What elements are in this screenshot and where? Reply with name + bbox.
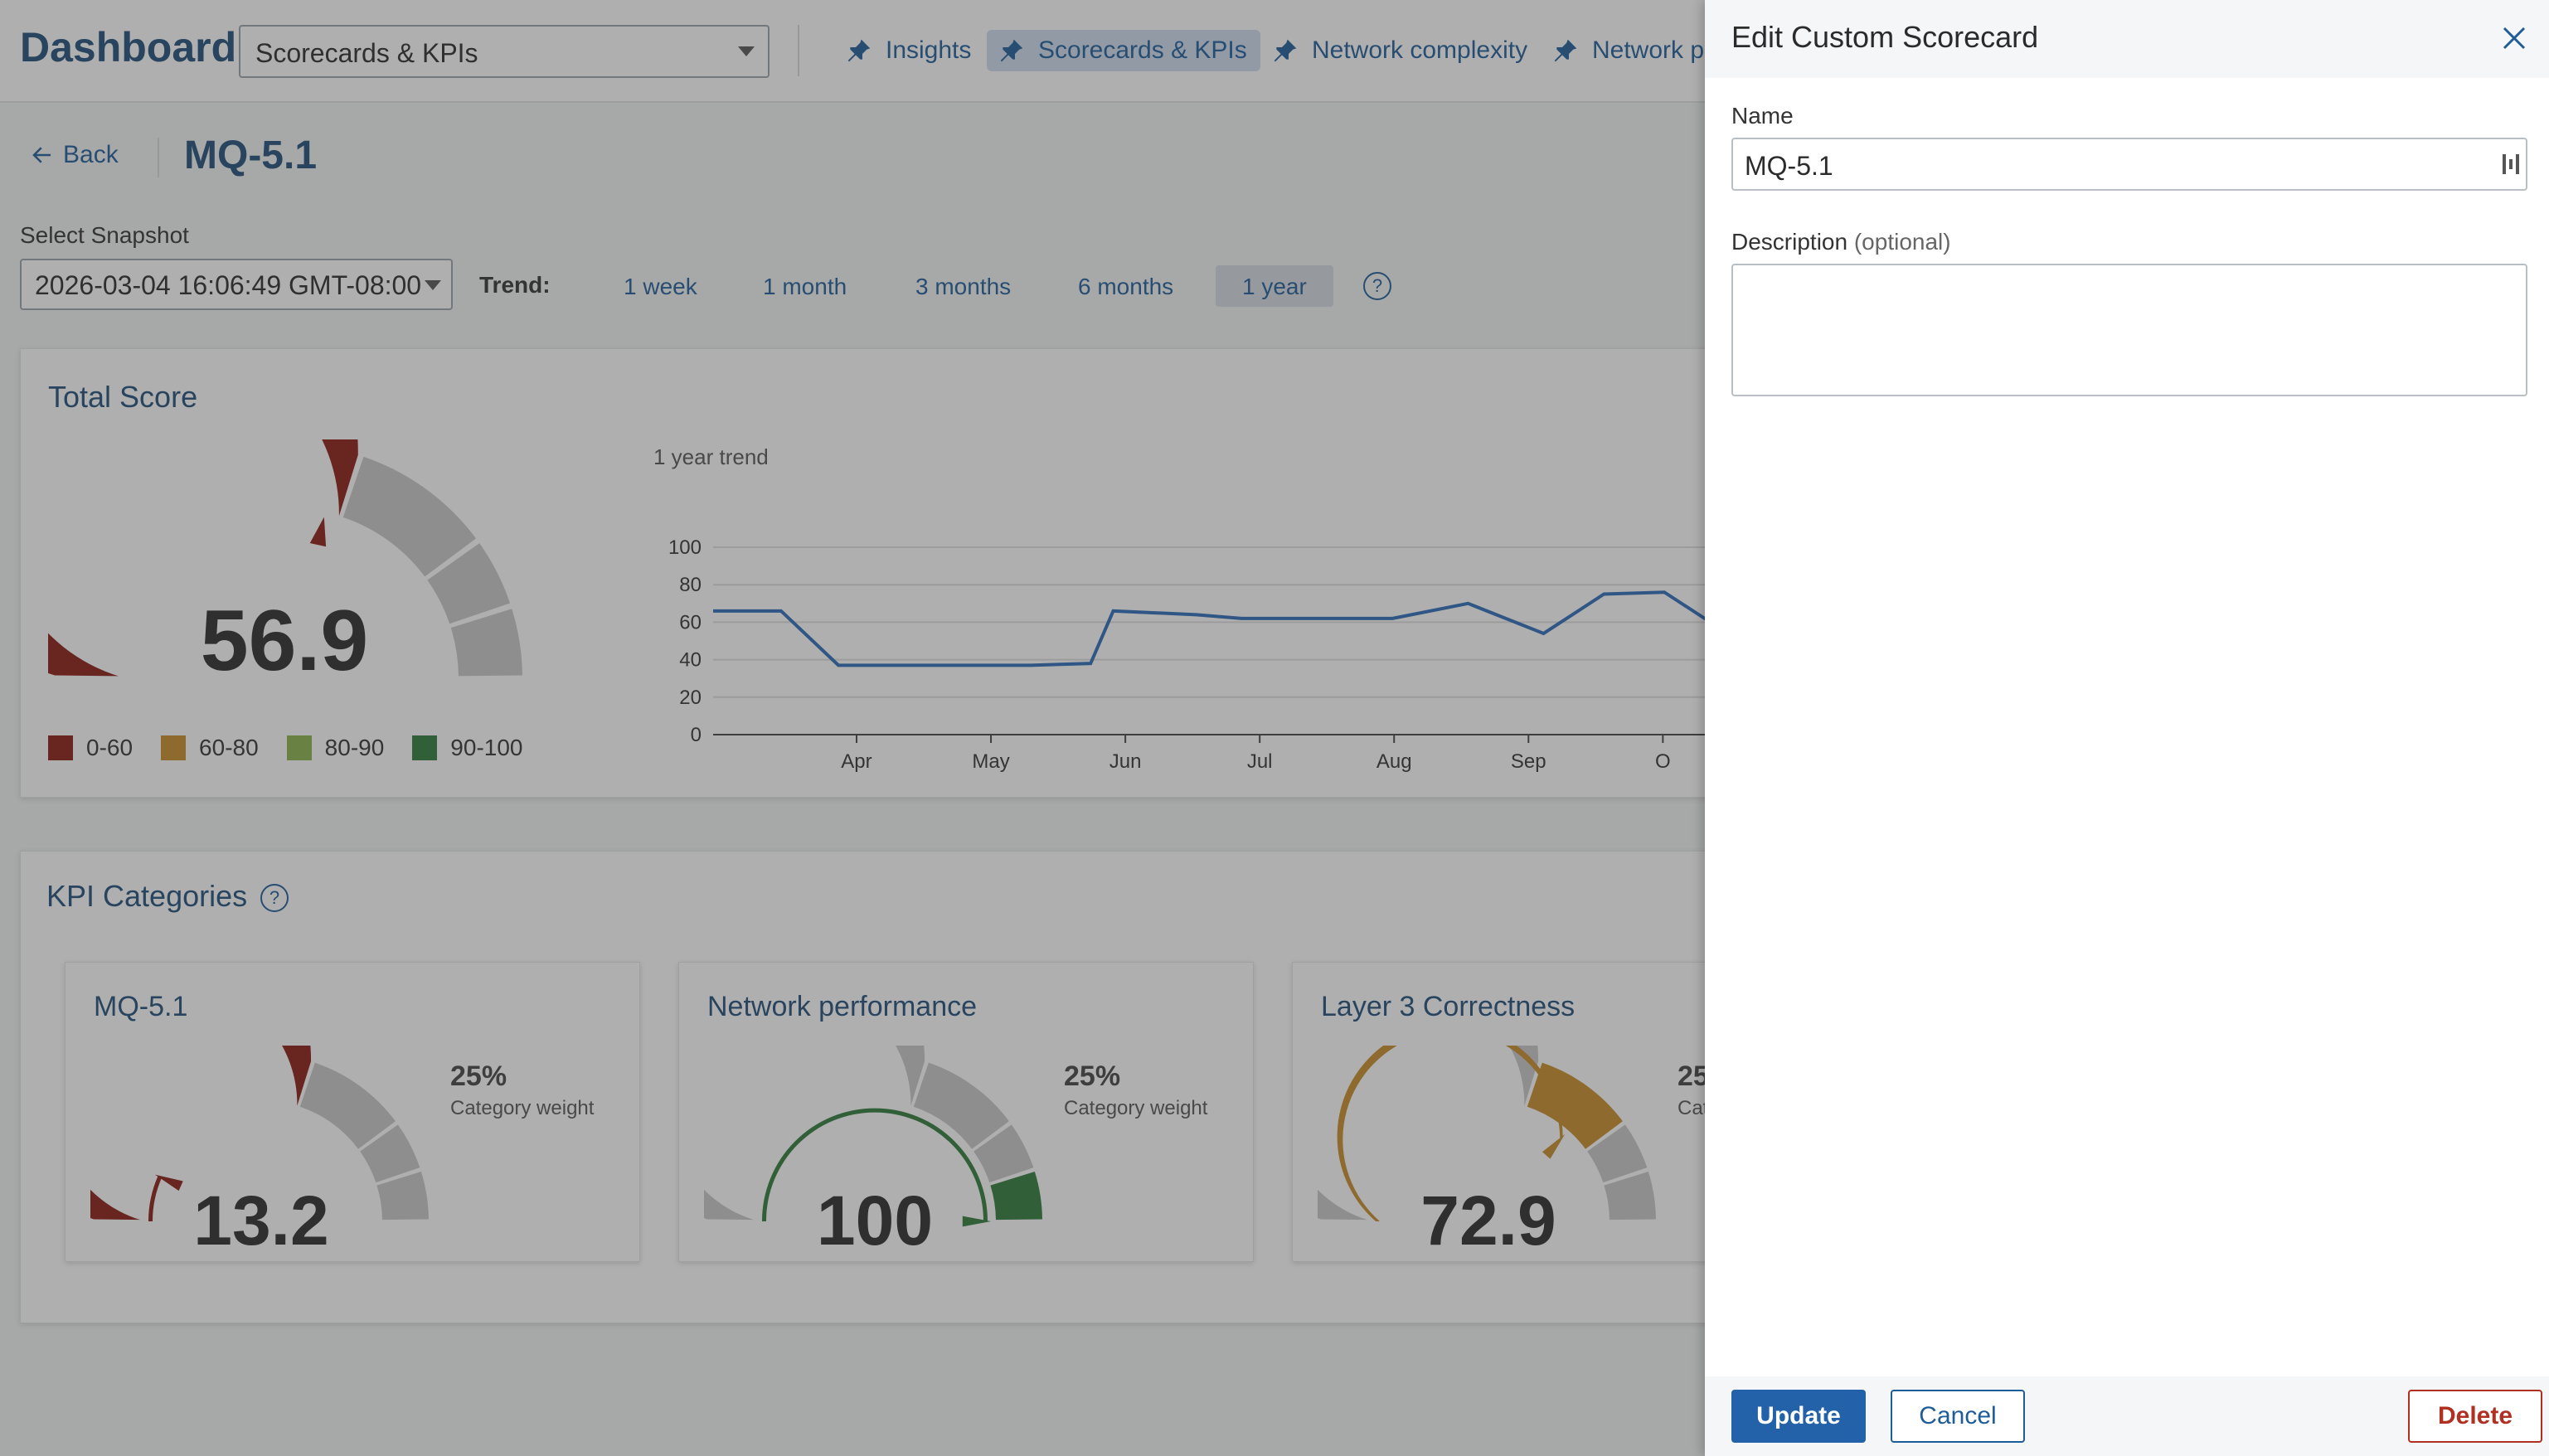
- drawer-header: Edit Custom Scorecard: [1705, 0, 2549, 78]
- description-label-text: Description: [1731, 229, 1848, 255]
- name-input[interactable]: MQ-5.1: [1731, 138, 2527, 191]
- description-label: Description (optional): [1731, 229, 1951, 255]
- password-manager-icon[interactable]: [2503, 153, 2519, 176]
- optional-hint: (optional): [1853, 229, 1951, 255]
- modal-overlay[interactable]: [0, 0, 1705, 1456]
- description-textarea[interactable]: [1731, 264, 2527, 396]
- drawer-title: Edit Custom Scorecard: [1731, 20, 2039, 54]
- name-input-value: MQ-5.1: [1745, 151, 1833, 181]
- close-icon[interactable]: [2499, 23, 2529, 53]
- update-button[interactable]: Update: [1731, 1390, 1866, 1443]
- cancel-button[interactable]: Cancel: [1891, 1390, 2025, 1443]
- name-label: Name: [1731, 103, 1794, 129]
- edit-scorecard-drawer: Edit Custom Scorecard Name MQ-5.1 Descri…: [1705, 0, 2549, 1456]
- delete-button[interactable]: Delete: [2408, 1390, 2542, 1443]
